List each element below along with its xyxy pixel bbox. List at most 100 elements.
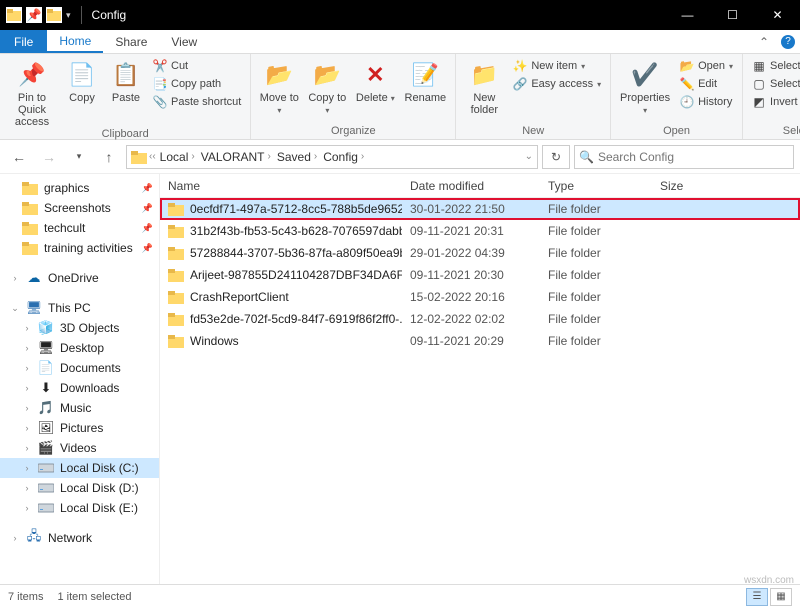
column-type[interactable]: Type [540,179,652,193]
qat-dropdown-icon[interactable]: ▾ [66,10,71,21]
sidebar-item-network[interactable]: ›🖧Network [0,528,159,548]
breadcrumb-item[interactable]: Config› [321,150,366,164]
navigation-pane[interactable]: graphics📌Screenshots📌techcult📌training a… [0,174,160,584]
table-row[interactable]: 0ecfdf71-497a-5712-8cc5-788b5de9652...30… [160,198,800,220]
pin-icon: 📌 [142,203,153,214]
column-name[interactable]: Name [160,179,402,193]
breadcrumb-item[interactable]: Local› [158,150,197,164]
copy-path-button[interactable]: 📑Copy path [150,76,244,92]
maximize-button[interactable]: ☐ [710,0,755,30]
history-button[interactable]: 🕘History [677,94,736,110]
column-date[interactable]: Date modified [402,179,540,193]
sidebar-item[interactable]: training activities📌 [0,238,159,258]
sidebar-item[interactable]: ›📄Documents [0,358,159,378]
close-button[interactable]: ✕ [755,0,800,30]
up-button[interactable]: ↑ [96,144,122,170]
select-all-button[interactable]: ▦Select all [749,58,800,74]
tab-file[interactable]: File [0,30,47,53]
item-icon: 🎬 [38,440,54,456]
sidebar-item[interactable]: ›⬇Downloads [0,378,159,398]
new-item-button[interactable]: ✨New item ▾ [510,58,604,74]
move-to-icon: 📂 [264,60,294,90]
sidebar-item-thispc[interactable]: ⌄🖥This PC [0,298,159,318]
minimize-button[interactable]: — [665,0,710,30]
organize-label: Organize [251,125,455,139]
file-type: File folder [540,246,652,260]
sidebar-item[interactable]: ›Local Disk (E:) [0,498,159,518]
folder-icon [168,312,184,326]
item-icon: ⬇ [38,380,54,396]
folder-icon [168,334,184,348]
copy-to-button[interactable]: 📂 Copy to ▾ [305,58,349,116]
file-date: 29-01-2022 04:39 [402,246,540,260]
copy-label: Copy [69,92,95,104]
pin-qat-icon[interactable]: 📌 [26,7,42,23]
tab-home[interactable]: Home [47,30,103,53]
help-icon: ? [781,35,795,49]
table-row[interactable]: 31b2f43b-fb53-5c43-b628-7076597dabb...09… [160,220,800,242]
new-label: New [456,125,610,139]
chevron-down-icon[interactable]: ⌄ [525,151,533,162]
chevron-right-icon[interactable]: ‹‹ [149,151,156,162]
sidebar-item[interactable]: ›🎬Videos [0,438,159,458]
status-item-count: 7 items [8,591,43,603]
refresh-button[interactable]: ↻ [542,145,570,169]
folder-icon [168,268,184,282]
sidebar-item[interactable]: ›Local Disk (D:) [0,478,159,498]
select-none-button[interactable]: ▢Select none [749,76,800,92]
thumbnails-view-button[interactable]: ▦ [770,588,792,606]
sidebar-item[interactable]: Screenshots📌 [0,198,159,218]
sidebar-item[interactable]: ›🧊3D Objects [0,318,159,338]
easy-access-button[interactable]: 🔗Easy access ▾ [510,76,604,92]
search-input[interactable] [598,150,789,164]
file-type: File folder [540,334,652,348]
column-size[interactable]: Size [652,179,800,193]
cut-button[interactable]: ✂️Cut [150,58,244,74]
invert-selection-button[interactable]: ◩Invert selection [749,94,800,110]
table-row[interactable]: fd53e2de-702f-5cd9-84f7-6919f86f2ff0-...… [160,308,800,330]
sidebar-item[interactable]: techcult📌 [0,218,159,238]
paste-shortcut-button[interactable]: 📎Paste shortcut [150,94,244,110]
minimize-ribbon-button[interactable]: ⌃ [752,30,776,53]
file-date: 15-02-2022 20:16 [402,290,540,304]
status-bar: 7 items 1 item selected ☰ ▦ [0,584,800,608]
table-row[interactable]: Windows09-11-2021 20:29File folder [160,330,800,352]
details-view-button[interactable]: ☰ [746,588,768,606]
table-row[interactable]: 57288844-3707-5b36-87fa-a809f50ea9b...29… [160,242,800,264]
column-headers[interactable]: Name Date modified Type Size [160,174,800,198]
copy-button[interactable]: 📄 Copy [62,58,102,104]
delete-button[interactable]: ✕ Delete ▾ [353,58,397,104]
file-name: fd53e2de-702f-5cd9-84f7-6919f86f2ff0-... [190,312,402,326]
edit-button[interactable]: ✏️Edit [677,76,736,92]
recent-locations-button[interactable]: ▾ [66,144,92,170]
sidebar-item-onedrive[interactable]: ›☁OneDrive [0,268,159,288]
breadcrumb-item[interactable]: VALORANT› [199,150,273,164]
sidebar-item[interactable]: ›🖼Pictures [0,418,159,438]
forward-button[interactable]: → [36,144,62,170]
sidebar-item[interactable]: ›Local Disk (C:) [0,458,159,478]
sidebar-item[interactable]: ›🖥Desktop [0,338,159,358]
sidebar-item[interactable]: ›🎵Music [0,398,159,418]
help-button[interactable]: ? [776,30,800,53]
file-type: File folder [540,290,652,304]
move-to-button[interactable]: 📂 Move to ▾ [257,58,301,116]
properties-button[interactable]: ✔️ Properties ▾ [617,58,673,116]
paste-icon: 📋 [111,60,141,90]
paste-button[interactable]: 📋 Paste [106,58,146,104]
table-row[interactable]: Arijeet-987855D241104287DBF34DA6F4...09-… [160,264,800,286]
search-box[interactable]: 🔍 [574,145,794,169]
table-row[interactable]: CrashReportClient15-02-2022 20:16File fo… [160,286,800,308]
pin-icon: 📌 [17,60,47,90]
sidebar-item[interactable]: graphics📌 [0,178,159,198]
rename-button[interactable]: 📝 Rename [401,58,449,104]
folder-qat-icon[interactable] [46,7,62,23]
tab-share[interactable]: Share [103,30,159,53]
open-button[interactable]: 📂Open ▾ [677,58,736,74]
breadcrumb[interactable]: ‹‹ Local› VALORANT› Saved› Config› ⌄ [126,145,538,169]
new-folder-button[interactable]: 📁 New folder [462,58,506,116]
item-icon: 🖼 [38,420,54,436]
tab-view[interactable]: View [159,30,209,53]
breadcrumb-item[interactable]: Saved› [275,150,319,164]
back-button[interactable]: ← [6,144,32,170]
pin-to-quick-access-button[interactable]: 📌 Pin to Quick access [6,58,58,128]
